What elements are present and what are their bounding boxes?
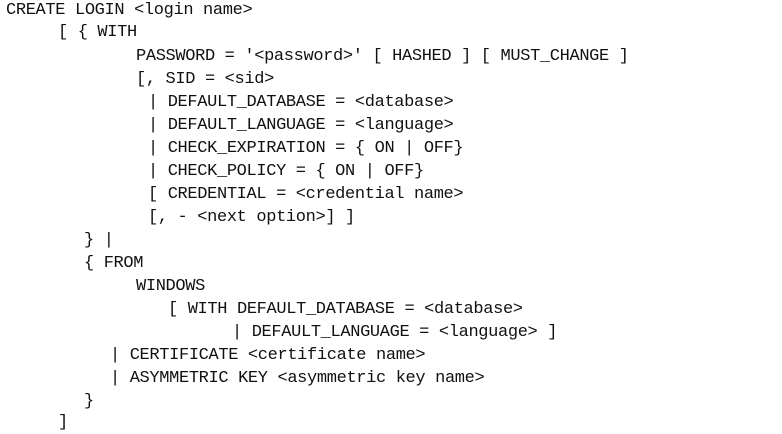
code-line: [ { WITH <box>58 23 137 42</box>
code-line: { FROM <box>84 254 144 273</box>
code-line: | DEFAULT_LANGUAGE = <language> ] <box>232 323 558 342</box>
code-line: } <box>84 392 94 411</box>
code-line: [, SID = <sid> <box>136 70 274 89</box>
code-line: | CERTIFICATE <certificate name> <box>110 346 426 365</box>
code-line: | DEFAULT_DATABASE = <database> <box>148 93 454 112</box>
code-line: CREATE LOGIN <login name> <box>6 1 253 20</box>
code-line: | DEFAULT_LANGUAGE = <language> <box>148 116 454 135</box>
code-line: | CHECK_EXPIRATION = { ON | OFF} <box>148 139 464 158</box>
code-line: | ASYMMETRIC KEY <asymmetric key name> <box>110 369 485 388</box>
code-line: | CHECK_POLICY = { ON | OFF} <box>148 162 424 181</box>
code-block: CREATE LOGIN <login name> [ { WITH PASSW… <box>0 0 782 434</box>
code-line: PASSWORD = '<password>' [ HASHED ] [ MUS… <box>136 47 629 66</box>
code-line: WINDOWS <box>136 277 205 296</box>
code-line: [ WITH DEFAULT_DATABASE = <database> <box>168 300 523 319</box>
code-line: ] <box>58 413 68 432</box>
code-line: [, - <next option>] ] <box>148 208 355 227</box>
code-line: } | <box>84 231 114 250</box>
code-line: [ CREDENTIAL = <credential name> <box>148 185 464 204</box>
